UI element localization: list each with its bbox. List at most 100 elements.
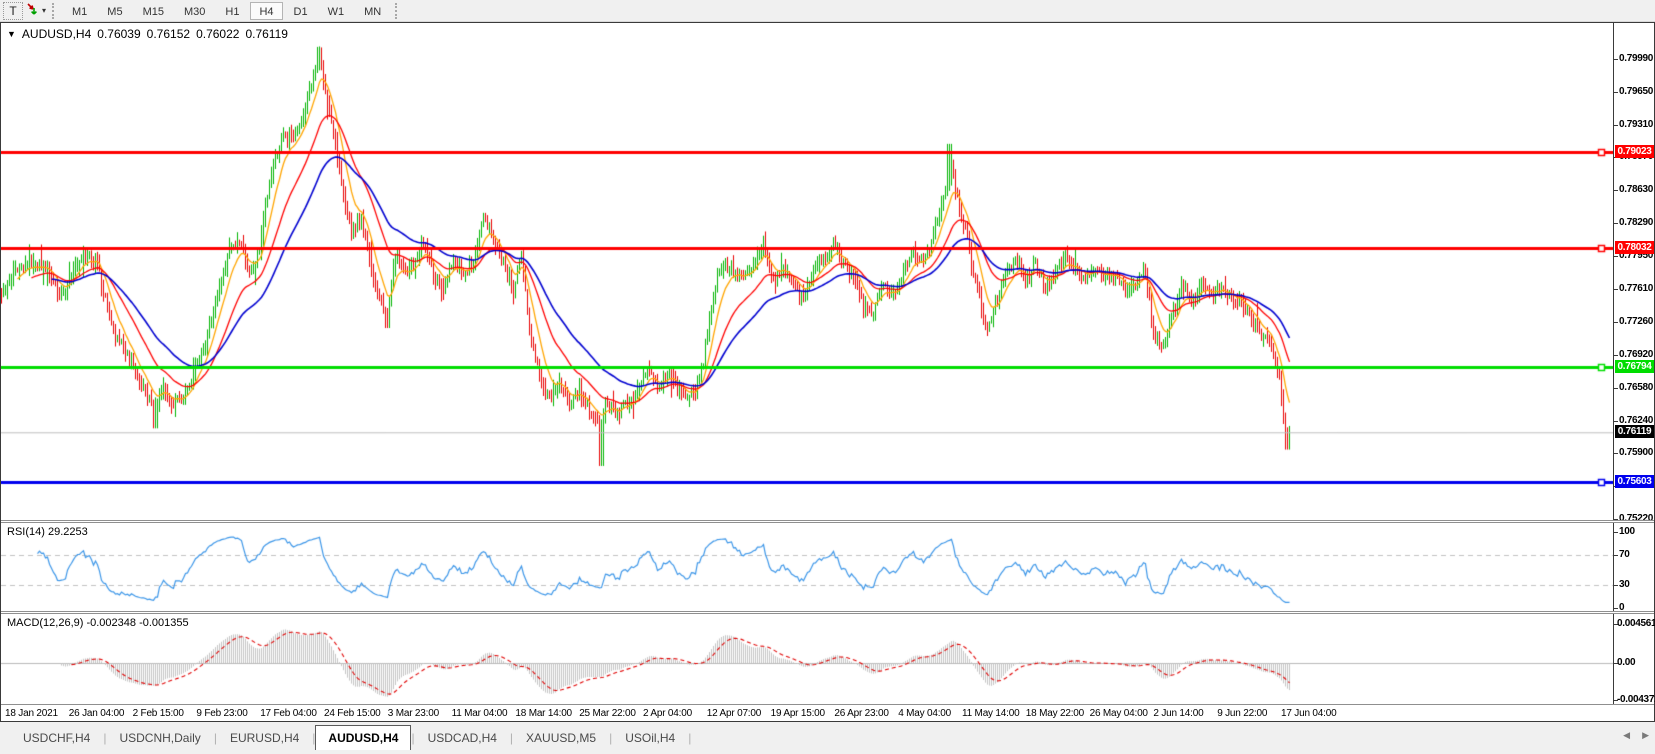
pane-separator-macd-time — [1, 704, 1654, 705]
timeframe-button-w1[interactable]: W1 — [319, 2, 354, 20]
price-axis-tick — [1614, 453, 1618, 454]
price-axis-label: 0.76580 — [1619, 382, 1653, 393]
pane-separator-main-rsi[interactable] — [1, 520, 1654, 523]
chart-close-value: 0.76119 — [245, 27, 288, 41]
time-axis-label: 17 Feb 04:00 — [260, 708, 317, 719]
price-axis-tick — [1614, 322, 1618, 323]
time-axis-label: 18 Jan 2021 — [5, 708, 58, 719]
chart-tab-xauusd-m5[interactable]: XAUUSD,M5 — [513, 726, 609, 750]
timeframe-button-m15[interactable]: M15 — [134, 2, 173, 20]
price-line-badge: 0.79023 — [1615, 145, 1654, 158]
tab-scroll-right-icon[interactable]: ▶ — [1642, 730, 1649, 741]
time-axis-label: 9 Feb 23:00 — [196, 708, 247, 719]
rsi-axis-label: 100 — [1619, 526, 1635, 537]
time-axis-label: 4 May 04:00 — [898, 708, 951, 719]
chart-high-value: 0.76152 — [147, 27, 190, 41]
time-axis-label: 2 Apr 04:00 — [643, 708, 692, 719]
price-axis-tick — [1614, 92, 1618, 93]
rsi-axis-tick — [1614, 608, 1618, 609]
time-axis: 18 Jan 2021 26 Jan 04:00 2 Feb 15:00 9 Feb … — [1, 705, 1654, 721]
price-axis-label: 0.79650 — [1619, 86, 1653, 97]
time-axis-label: 24 Feb 15:00 — [324, 708, 381, 719]
symbol-dropdown-icon[interactable]: ▼ — [7, 29, 16, 39]
arrows-tool-button[interactable]: ▾ — [25, 2, 47, 20]
price-axis-tick — [1614, 223, 1618, 224]
time-axis-label: 18 May 22:00 — [1026, 708, 1084, 719]
price-axis-tick — [1614, 190, 1618, 191]
time-axis-label: 18 Mar 14:00 — [515, 708, 572, 719]
price-axis-tick — [1614, 256, 1618, 257]
timeframe-button-h4[interactable]: H4 — [250, 2, 282, 20]
price-axis-tick — [1614, 388, 1618, 389]
top-toolbar: T ▾ M1M5M15M30H1H4D1W1MN — [0, 0, 1655, 22]
time-axis-label: 2 Feb 15:00 — [133, 708, 184, 719]
price-axis-label: 0.76240 — [1619, 415, 1653, 426]
toolbar-grip-end[interactable] — [395, 3, 401, 19]
chart-tab-usdcad-h4[interactable]: USDCAD,H4 — [415, 726, 510, 750]
price-axis-tick — [1614, 355, 1618, 356]
price-axis-label: 0.79310 — [1619, 119, 1653, 130]
price-line-badge: 0.75603 — [1615, 475, 1654, 488]
time-axis-label: 19 Apr 15:00 — [771, 708, 825, 719]
chart-tab-usdcnh-daily[interactable]: USDCNH,Daily — [106, 726, 213, 750]
chart-tab-usoil-h4[interactable]: USOil,H4 — [612, 726, 688, 750]
macd-pane-canvas[interactable] — [1, 614, 1613, 704]
price-axis-label: 0.76920 — [1619, 349, 1653, 360]
time-axis-label: 11 Mar 04:00 — [452, 708, 508, 719]
price-axis-label: 0.77610 — [1619, 283, 1653, 294]
chart-tab-audusd-h4[interactable]: AUDUSD,H4 — [315, 725, 411, 750]
price-axis-label: 0.79990 — [1619, 53, 1653, 64]
rsi-axis-tick — [1614, 585, 1618, 586]
price-line-badge: 0.78032 — [1615, 241, 1654, 254]
chart-window: ▼ AUDUSD,H4 0.76039 0.76152 0.76022 0.76… — [0, 22, 1655, 722]
time-axis-label: 12 Apr 07:00 — [707, 708, 761, 719]
price-axis-tick — [1614, 421, 1618, 422]
timeframe-button-mn[interactable]: MN — [355, 2, 390, 20]
price-axis-tick — [1614, 59, 1618, 60]
timeframe-button-m30[interactable]: M30 — [175, 2, 214, 20]
time-axis-label: 26 May 04:00 — [1090, 708, 1148, 719]
chevron-down-icon: ▾ — [42, 6, 46, 15]
tab-scroll-arrows: ◀ ▶ — [1623, 730, 1649, 741]
price-axis-label: 0.78630 — [1619, 184, 1653, 195]
chart-tab-eurusd-h4[interactable]: EURUSD,H4 — [217, 726, 312, 750]
rsi-pane-canvas[interactable] — [1, 523, 1613, 611]
price-line-badge: 0.76119 — [1615, 425, 1654, 438]
price-axis-column[interactable]: 0.799900.796500.793100.789700.786300.782… — [1613, 23, 1654, 704]
price-chart-canvas[interactable] — [1, 23, 1613, 520]
time-axis-label: 26 Jan 04:00 — [69, 708, 124, 719]
time-axis-label: 9 Jun 22:00 — [1217, 708, 1267, 719]
rsi-axis-tick — [1614, 532, 1618, 533]
price-axis-tick — [1614, 289, 1618, 290]
timeframe-button-group: M1M5M15M30H1H4D1W1MN — [62, 0, 391, 22]
tab-scroll-left-icon[interactable]: ◀ — [1623, 730, 1630, 741]
chart-symbol: AUDUSD,H4 — [22, 27, 91, 41]
text-tool-icon: T — [9, 4, 16, 18]
price-axis-label: 0.77260 — [1619, 316, 1653, 327]
time-axis-label: 2 Jun 14:00 — [1153, 708, 1203, 719]
timeframe-button-d1[interactable]: D1 — [285, 2, 317, 20]
time-axis-label: 25 Mar 22:00 — [579, 708, 636, 719]
macd-axis-label: 0.00 — [1617, 657, 1635, 668]
timeframe-button-h1[interactable]: H1 — [216, 2, 248, 20]
price-axis-label: 0.78290 — [1619, 217, 1653, 228]
price-axis-tick — [1614, 125, 1618, 126]
time-axis-label: 26 Apr 23:00 — [834, 708, 888, 719]
text-label-tool-button[interactable]: T — [3, 2, 23, 20]
macd-axis-label: 0.004561 — [1617, 618, 1655, 629]
macd-indicator-label: MACD(12,26,9) -0.002348 -0.001355 — [7, 617, 189, 629]
chart-tab-usdchf-h4[interactable]: USDCHF,H4 — [10, 726, 103, 750]
price-line-badge: 0.76794 — [1615, 360, 1654, 373]
timeframe-button-m5[interactable]: M5 — [98, 2, 131, 20]
price-axis-label: 0.75900 — [1619, 447, 1653, 458]
timeframe-button-m1[interactable]: M1 — [63, 2, 96, 20]
tab-divider: | — [688, 731, 691, 750]
time-axis-label: 17 Jun 04:00 — [1281, 708, 1336, 719]
pane-separator-rsi-macd[interactable] — [1, 611, 1654, 614]
chart-low-value: 0.76022 — [196, 27, 239, 41]
rsi-axis-label: 30 — [1619, 579, 1630, 590]
rsi-indicator-label: RSI(14) 29.2253 — [7, 526, 88, 538]
time-axis-label: 3 Mar 23:00 — [388, 708, 439, 719]
rsi-axis-tick — [1614, 555, 1618, 556]
toolbar-grip[interactable] — [52, 3, 58, 19]
